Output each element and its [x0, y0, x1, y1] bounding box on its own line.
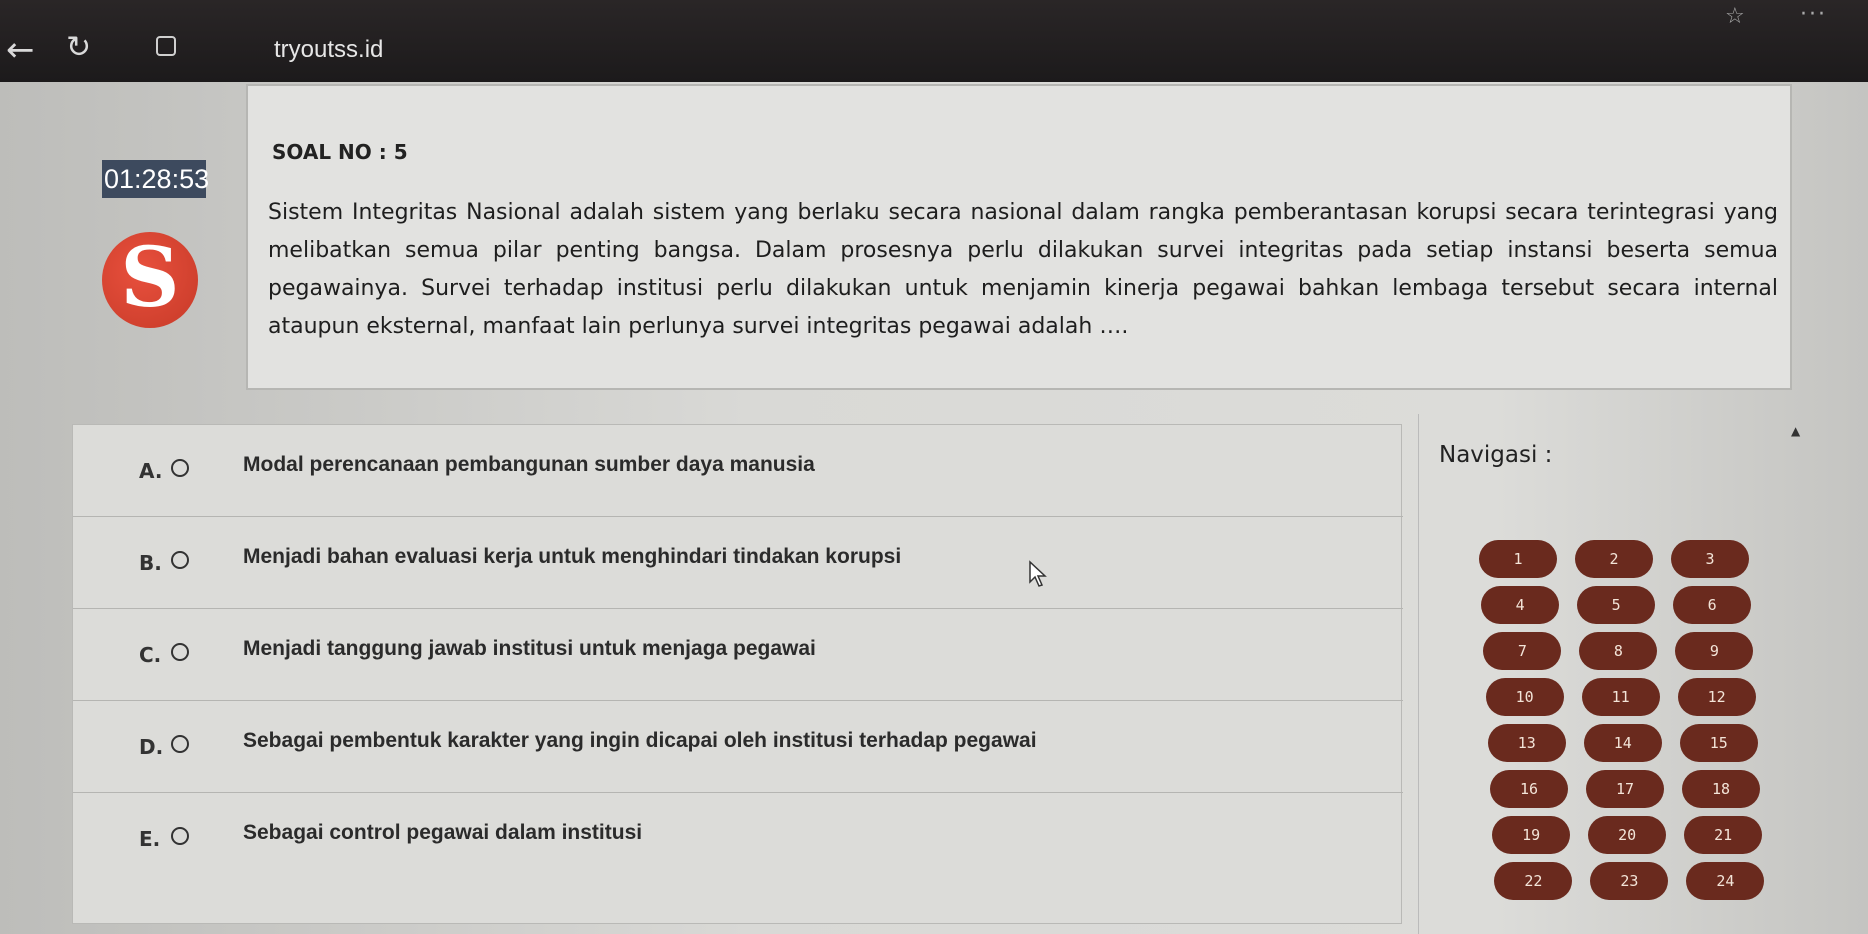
nav-button-21[interactable]: 21: [1684, 816, 1763, 854]
countdown-timer: 01:28:53: [102, 160, 209, 198]
nav-button-19[interactable]: 19: [1492, 816, 1571, 854]
nav-button-18[interactable]: 18: [1682, 770, 1760, 808]
option-letter: C.: [139, 643, 162, 667]
nav-button-5[interactable]: 5: [1577, 586, 1656, 624]
nav-button-3[interactable]: 3: [1671, 540, 1749, 578]
collapse-arrow-icon[interactable]: ▲: [1791, 424, 1800, 438]
nav-button-12[interactable]: 12: [1677, 678, 1756, 716]
option-e[interactable]: E. Sebagai control pegawai dalam institu…: [73, 793, 1403, 885]
radio-button[interactable]: [171, 643, 189, 661]
favorites-icon[interactable]: ☆: [1725, 4, 1745, 29]
option-text: Menjadi bahan evaluasi kerja untuk mengh…: [243, 545, 902, 568]
nav-button-11[interactable]: 11: [1581, 678, 1660, 716]
option-text: Sebagai control pegawai dalam institusi: [243, 821, 643, 844]
back-arrow-icon[interactable]: ←: [6, 30, 35, 70]
option-b[interactable]: B. Menjadi bahan evaluasi kerja untuk me…: [73, 517, 1403, 609]
nav-button-4[interactable]: 4: [1481, 586, 1560, 624]
nav-button-17[interactable]: 17: [1586, 770, 1664, 808]
option-text: Menjadi tanggung jawab institusi untuk m…: [243, 637, 816, 660]
option-d[interactable]: D. Sebagai pembentuk karakter yang ingin…: [73, 701, 1403, 793]
nav-button-6[interactable]: 6: [1673, 586, 1752, 624]
nav-button-20[interactable]: 20: [1588, 816, 1667, 854]
option-letter: E.: [139, 827, 161, 851]
question-number-label: SOAL NO :: [272, 140, 387, 164]
nav-button-1[interactable]: 1: [1479, 540, 1557, 578]
option-c[interactable]: C. Menjadi tanggung jawab institusi untu…: [73, 609, 1403, 701]
nav-button-13[interactable]: 13: [1487, 724, 1566, 762]
site-logo: S: [102, 232, 198, 328]
nav-button-2[interactable]: 2: [1575, 540, 1653, 578]
logo-s-icon: S: [120, 230, 180, 326]
nav-button-10[interactable]: 10: [1485, 678, 1564, 716]
option-a[interactable]: A. Modal perencanaan pembangunan sumber …: [73, 425, 1403, 517]
answer-options: A. Modal perencanaan pembangunan sumber …: [72, 424, 1403, 924]
nav-button-8[interactable]: 8: [1579, 632, 1658, 670]
option-letter: B.: [139, 551, 162, 575]
option-letter: A.: [139, 459, 163, 483]
question-number: SOAL NO : 5: [272, 140, 408, 164]
nav-button-16[interactable]: 16: [1490, 770, 1568, 808]
question-number-value: 5: [393, 140, 408, 164]
nav-button-22[interactable]: 22: [1494, 862, 1573, 900]
nav-button-15[interactable]: 15: [1679, 724, 1758, 762]
option-text: Sebagai pembentuk karakter yang ingin di…: [243, 729, 1037, 752]
nav-button-23[interactable]: 23: [1590, 862, 1669, 900]
option-text: Modal perencanaan pembangunan sumber day…: [243, 453, 815, 476]
nav-button-7[interactable]: 7: [1483, 632, 1562, 670]
radio-button[interactable]: [171, 551, 189, 569]
question-text: Sistem Integritas Nasional adalah sistem…: [268, 200, 1778, 339]
radio-button[interactable]: [171, 735, 189, 753]
more-menu-icon[interactable]: ···: [1800, 2, 1827, 27]
mouse-cursor-icon: [1029, 560, 1047, 587]
site-info-icon[interactable]: [156, 36, 176, 56]
option-letter: D.: [139, 735, 164, 759]
nav-button-9[interactable]: 9: [1675, 632, 1754, 670]
question-card: SOAL NO : 5 Sistem Integritas Nasional a…: [246, 84, 1792, 390]
nav-button-24[interactable]: 24: [1686, 862, 1765, 900]
radio-button[interactable]: [171, 459, 189, 477]
browser-toolbar: ← ↻ tryoutss.id ☆ ···: [0, 0, 1868, 82]
address-bar-url[interactable]: tryoutss.id: [274, 36, 383, 64]
reload-icon[interactable]: ↻: [66, 30, 91, 65]
navigation-panel: Navigasi : ▲ 1 2 3 4 5 6 7 8 9 10 11 12 13 14 15 16 17 18…: [1418, 414, 1844, 934]
nav-button-14[interactable]: 14: [1583, 724, 1662, 762]
navigation-title: Navigasi :: [1439, 442, 1553, 468]
radio-button[interactable]: [171, 827, 189, 845]
